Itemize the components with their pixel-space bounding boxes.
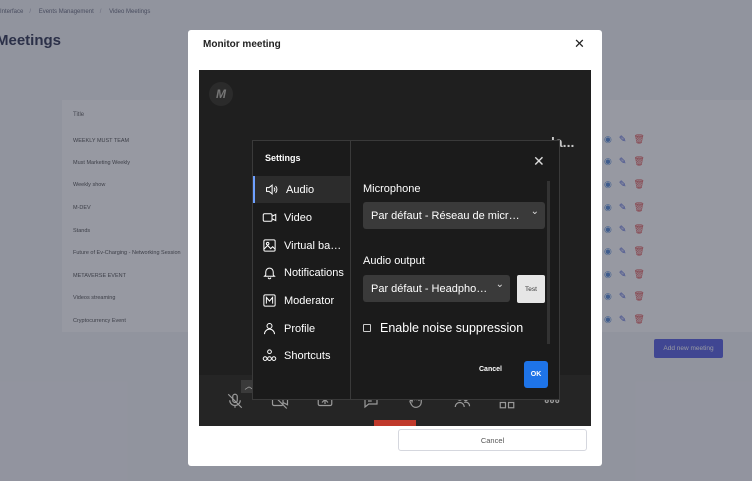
noise-suppression-row: Enable noise suppression — [363, 321, 523, 335]
settings-nav-shortcuts[interactable]: Shortcuts — [253, 342, 350, 369]
microphone-muted-icon[interactable] — [226, 392, 244, 410]
microphone-label: Microphone — [363, 183, 421, 195]
cancel-button[interactable]: Cancel — [398, 429, 587, 451]
settings-nav-label: Audio — [286, 183, 315, 196]
settings-nav-video[interactable]: Video — [253, 204, 350, 231]
person-icon — [261, 321, 277, 337]
chevron-down-icon: ⌄ — [530, 206, 539, 217]
settings-dialog: Settings Audio Video Virtual background … — [252, 140, 560, 400]
speaker-icon — [263, 182, 279, 198]
settings-cancel-button[interactable]: Cancel — [479, 366, 502, 373]
settings-nav-moderator[interactable]: Moderator — [253, 287, 350, 314]
noise-suppression-label[interactable]: Enable noise suppression — [380, 321, 523, 335]
end-call-tab[interactable] — [374, 420, 416, 426]
video-icon — [261, 210, 277, 226]
settings-scrollbar[interactable] — [547, 181, 550, 344]
modal-title: Monitor meeting — [203, 39, 281, 50]
settings-nav-label: Virtual background — [284, 239, 346, 252]
settings-nav-audio[interactable]: Audio — [253, 176, 350, 203]
close-icon[interactable]: ✕ — [533, 153, 545, 170]
bell-icon — [261, 265, 277, 281]
settings-nav-label: Shortcuts — [284, 349, 331, 362]
test-audio-button[interactable]: Test — [517, 275, 545, 303]
noise-suppression-checkbox[interactable] — [363, 324, 371, 332]
meeting-stage: M la... ︿ ︿ 1 — [199, 70, 591, 426]
settings-title: Settings — [265, 153, 301, 163]
moderator-icon — [261, 293, 277, 309]
meeting-logo: M — [209, 82, 233, 106]
microphone-select-value: Par défaut - Réseau de microphones — [371, 209, 525, 222]
settings-nav-label: Moderator — [284, 294, 335, 307]
settings-nav-label: Notifications — [284, 266, 344, 279]
audio-output-select[interactable]: Par défaut - Headphones ⌄ — [363, 275, 510, 302]
settings-nav-virtual-background[interactable]: Virtual background — [253, 232, 350, 259]
chevron-down-icon: ⌄ — [495, 279, 504, 290]
settings-nav-label: Profile — [284, 322, 316, 335]
shortcuts-icon — [261, 348, 277, 364]
settings-nav-label: Video — [284, 211, 312, 224]
settings-ok-button[interactable]: OK — [524, 361, 548, 388]
monitor-meeting-modal: Monitor meeting ✕ M la... ︿ ︿ 1 — [188, 30, 602, 466]
audio-output-label: Audio output — [363, 255, 425, 267]
audio-output-select-value: Par défaut - Headphones — [371, 282, 490, 295]
microphone-select[interactable]: Par défaut - Réseau de microphones ⌄ — [363, 202, 545, 229]
settings-sidebar: Settings Audio Video Virtual background … — [253, 141, 351, 399]
close-icon[interactable]: ✕ — [574, 36, 585, 52]
settings-nav-notifications[interactable]: Notifications — [253, 259, 350, 286]
settings-nav-profile[interactable]: Profile — [253, 315, 350, 342]
image-icon — [261, 238, 277, 254]
